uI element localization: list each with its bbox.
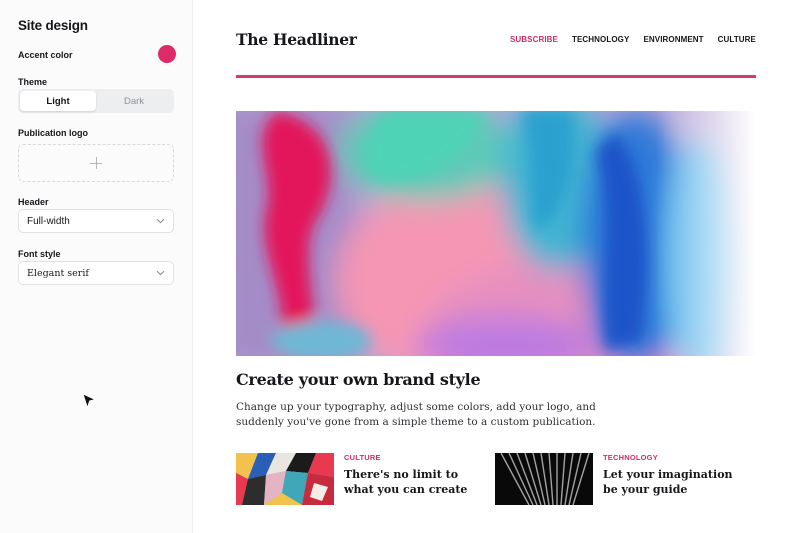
article-card-culture[interactable]: CULTURE There's no limit to what you can…: [236, 453, 479, 505]
article-tag[interactable]: CULTURE: [344, 453, 479, 462]
article-title[interactable]: There's no limit to what you can create: [344, 468, 479, 497]
theme-toggle: Light Dark: [18, 89, 174, 113]
accent-divider: [236, 75, 756, 78]
hero-image[interactable]: [236, 111, 756, 356]
theme-light-option[interactable]: Light: [20, 91, 96, 111]
header-label: Header: [18, 197, 49, 207]
accent-color-label: Accent color: [18, 50, 73, 60]
site-preview: The Headliner SUBSCRIBE TECHNOLOGY ENVIR…: [194, 0, 800, 533]
theme-label: Theme: [18, 77, 48, 87]
publication-logo-label: Publication logo: [18, 128, 88, 138]
article-thumbnail: [236, 453, 334, 505]
featured-excerpt: Change up your typography, adjust some c…: [236, 401, 596, 428]
article-thumbnail: [495, 453, 593, 505]
article-card-technology[interactable]: TECHNOLOGY Let your imagination be your …: [495, 453, 738, 505]
mouse-cursor-icon: [82, 393, 96, 409]
header-select[interactable]: Full-width: [18, 209, 174, 233]
article-title[interactable]: Let your imagination be your guide: [603, 468, 738, 497]
accent-color-swatch[interactable]: [158, 45, 176, 63]
article-tag[interactable]: TECHNOLOGY: [603, 453, 738, 462]
sidebar-title: Site design: [18, 18, 88, 33]
nav-subscribe[interactable]: SUBSCRIBE: [510, 35, 558, 44]
chevron-down-icon: [156, 270, 165, 276]
font-style-select[interactable]: Elegant serif: [18, 261, 174, 285]
font-style-select-value: Elegant serif: [27, 267, 89, 279]
featured-headline[interactable]: Create your own brand style: [236, 370, 481, 389]
design-sidebar: Site design Accent color Theme Light Dar…: [0, 0, 193, 533]
site-navigation: SUBSCRIBE TECHNOLOGY ENVIRONMENT CULTURE: [510, 35, 756, 44]
font-style-label: Font style: [18, 249, 61, 259]
nav-environment[interactable]: ENVIRONMENT: [643, 35, 703, 44]
chevron-down-icon: [156, 218, 165, 224]
nav-technology[interactable]: TECHNOLOGY: [572, 35, 629, 44]
nav-culture[interactable]: CULTURE: [718, 35, 756, 44]
site-title[interactable]: The Headliner: [236, 30, 357, 49]
plus-icon: [90, 157, 102, 169]
theme-dark-option[interactable]: Dark: [96, 91, 172, 111]
header-select-value: Full-width: [27, 215, 70, 227]
logo-upload-area[interactable]: [18, 144, 174, 182]
